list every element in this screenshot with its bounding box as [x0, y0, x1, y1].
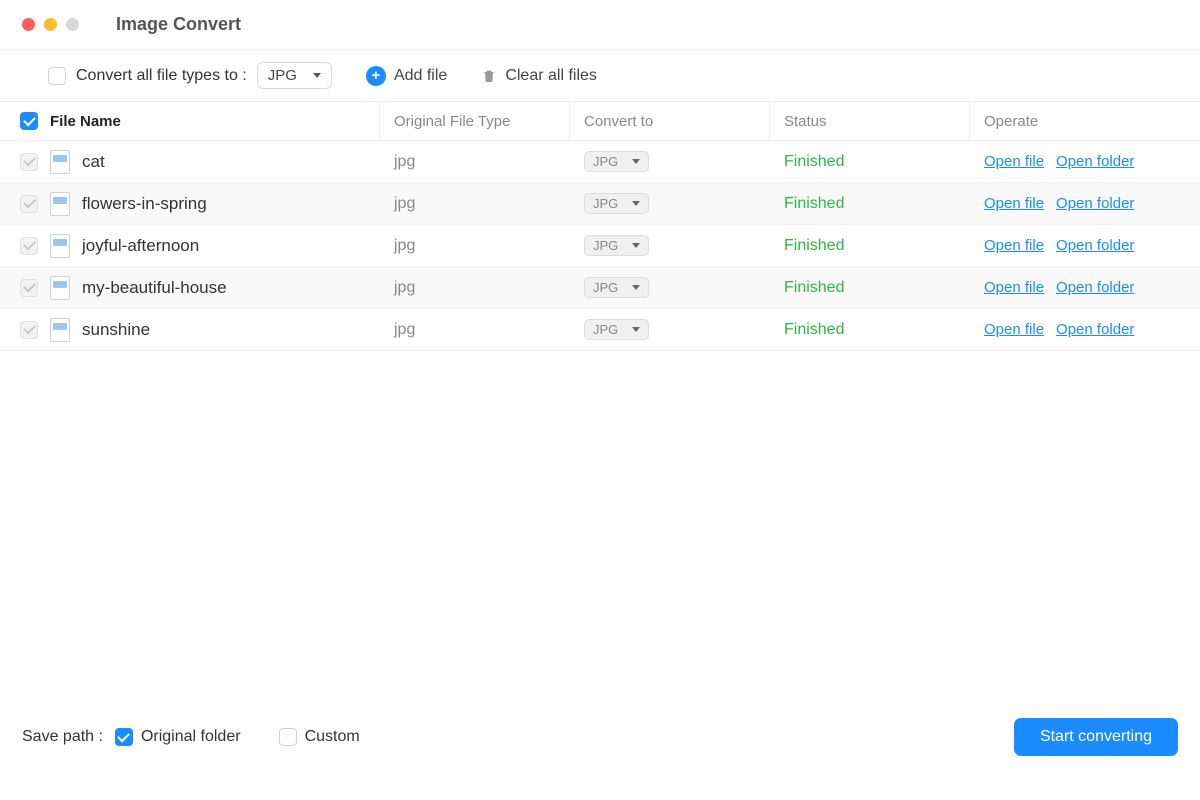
chevron-down-icon	[632, 327, 640, 332]
file-name: my-beautiful-house	[82, 278, 227, 298]
title-bar: Image Convert	[0, 0, 1200, 50]
row-checkbox[interactable]	[20, 153, 38, 171]
original-folder-label: Original folder	[141, 728, 241, 746]
table-header: File Name Original File Type Convert to …	[0, 102, 1200, 141]
open-folder-link[interactable]: Open folder	[1056, 321, 1134, 338]
col-convert-to: Convert to	[570, 102, 770, 140]
original-file-type: jpg	[394, 279, 415, 297]
row-convert-to-select[interactable]: JPG	[584, 193, 649, 214]
col-status: Status	[770, 102, 970, 140]
table-row: cat jpg JPG Finished Open file Open folder	[0, 141, 1200, 183]
row-checkbox[interactable]	[20, 195, 38, 213]
app-title: Image Convert	[116, 14, 241, 35]
row-convert-to-select[interactable]: JPG	[584, 319, 649, 340]
start-converting-button[interactable]: Start converting	[1014, 718, 1178, 756]
file-icon	[50, 234, 70, 258]
convert-all-format-select[interactable]: JPG	[257, 62, 332, 89]
save-path-label: Save path :	[22, 728, 103, 746]
row-checkbox[interactable]	[20, 279, 38, 297]
table-row: joyful-afternoon jpg JPG Finished Open file O…	[0, 225, 1200, 267]
chevron-down-icon	[632, 201, 640, 206]
trash-icon	[481, 67, 497, 85]
select-all-checkbox[interactable]	[20, 112, 38, 130]
col-file-name: File Name	[0, 102, 380, 140]
file-icon	[50, 150, 70, 174]
original-file-type: jpg	[394, 237, 415, 255]
status-text: Finished	[784, 153, 844, 171]
file-icon	[50, 318, 70, 342]
row-convert-to-value: JPG	[593, 154, 618, 169]
chevron-down-icon	[632, 285, 640, 290]
original-file-type: jpg	[394, 321, 415, 339]
open-file-link[interactable]: Open file	[984, 279, 1044, 296]
row-convert-to-value: JPG	[593, 196, 618, 211]
file-name: sunshine	[82, 320, 150, 340]
row-convert-to-value: JPG	[593, 238, 618, 253]
open-file-link[interactable]: Open file	[984, 237, 1044, 254]
row-convert-to-value: JPG	[593, 322, 618, 337]
open-folder-link[interactable]: Open folder	[1056, 153, 1134, 170]
window-controls	[22, 18, 79, 31]
table-body: catjpgJPGFinishedOpen fileOpen folderflo…	[0, 141, 1200, 351]
row-convert-to-select[interactable]: JPG	[584, 277, 649, 298]
convert-all-checkbox[interactable]	[48, 67, 66, 85]
open-folder-link[interactable]: Open folder	[1056, 237, 1134, 254]
status-text: Finished	[784, 237, 844, 255]
footer: Save path : Original folder Custom Start…	[0, 718, 1200, 756]
original-file-type: jpg	[394, 153, 415, 171]
minimize-window-button[interactable]	[44, 18, 57, 31]
chevron-down-icon	[632, 243, 640, 248]
row-convert-to-select[interactable]: JPG	[584, 235, 649, 256]
file-icon	[50, 276, 70, 300]
status-text: Finished	[784, 279, 844, 297]
file-icon	[50, 192, 70, 216]
status-text: Finished	[784, 195, 844, 213]
col-original-type: Original File Type	[380, 102, 570, 140]
save-path-group: Save path : Original folder Custom	[22, 728, 360, 746]
row-checkbox[interactable]	[20, 321, 38, 339]
toolbar: Convert all file types to : JPG + Add fi…	[0, 50, 1200, 102]
file-name: joyful-afternoon	[82, 236, 199, 256]
open-file-link[interactable]: Open file	[984, 321, 1044, 338]
app-window: Image Convert Convert all file types to …	[0, 0, 1200, 800]
convert-all-label: Convert all file types to :	[76, 67, 247, 85]
open-folder-link[interactable]: Open folder	[1056, 279, 1134, 296]
row-convert-to-value: JPG	[593, 280, 618, 295]
custom-path-checkbox[interactable]	[279, 728, 297, 746]
row-checkbox[interactable]	[20, 237, 38, 255]
file-name: flowers-in-spring	[82, 194, 207, 214]
maximize-window-button[interactable]	[66, 18, 79, 31]
convert-all-format-value: JPG	[268, 67, 297, 84]
close-window-button[interactable]	[22, 18, 35, 31]
custom-path-label: Custom	[305, 728, 360, 746]
original-file-type: jpg	[394, 195, 415, 213]
plus-icon: +	[366, 66, 386, 86]
open-file-link[interactable]: Open file	[984, 153, 1044, 170]
chevron-down-icon	[313, 73, 321, 78]
file-name: cat	[82, 152, 105, 172]
table-row: my-beautiful-house jpg JPG Finished Open fil…	[0, 267, 1200, 309]
row-convert-to-select[interactable]: JPG	[584, 151, 649, 172]
col-operate: Operate	[970, 102, 1200, 140]
file-table: File Name Original File Type Convert to …	[0, 102, 1200, 351]
add-file-button[interactable]: + Add file	[366, 66, 447, 86]
table-row: flowers-in-spring jpg JPG Finished Open file…	[0, 183, 1200, 225]
open-folder-link[interactable]: Open folder	[1056, 195, 1134, 212]
table-row: sunshine jpg JPG Finished Open file Open fold…	[0, 309, 1200, 351]
open-file-link[interactable]: Open file	[984, 195, 1044, 212]
clear-all-label: Clear all files	[505, 67, 597, 85]
add-file-label: Add file	[394, 67, 447, 85]
chevron-down-icon	[632, 159, 640, 164]
col-file-name-label: File Name	[50, 113, 121, 130]
clear-all-button[interactable]: Clear all files	[481, 67, 597, 85]
original-folder-checkbox[interactable]	[115, 728, 133, 746]
status-text: Finished	[784, 321, 844, 339]
